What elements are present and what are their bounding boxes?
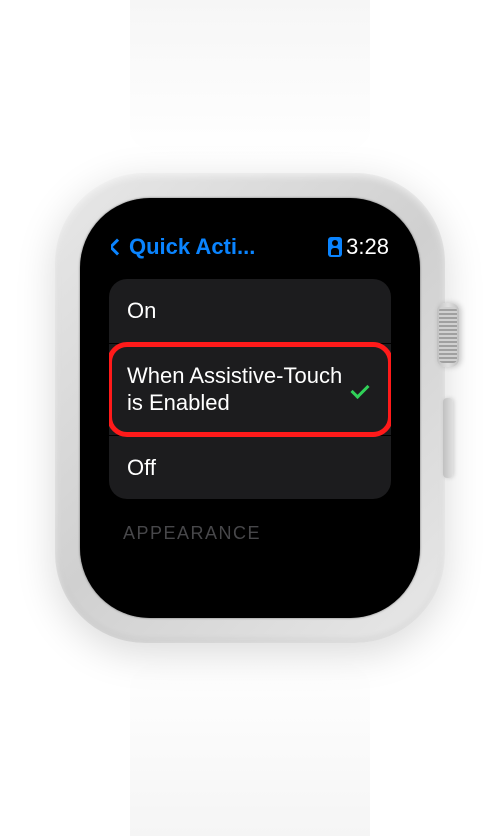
watch-band-top bbox=[130, 0, 370, 160]
checkmark-icon bbox=[351, 381, 373, 397]
options-list: On When Assistive‐Touch is Enabled Off bbox=[109, 279, 391, 499]
person-badge-icon bbox=[328, 237, 342, 257]
time-label: 3:28 bbox=[346, 234, 389, 260]
option-label: Off bbox=[127, 454, 373, 482]
option-label: When Assistive‐Touch is Enabled bbox=[127, 362, 343, 417]
status-bar: Quick Acti... 3:28 bbox=[109, 231, 391, 263]
option-on[interactable]: On bbox=[109, 279, 391, 344]
section-header-appearance: APPEARANCE bbox=[109, 499, 391, 544]
watch-screen: Quick Acti... 3:28 On When Assistive‐Tou… bbox=[95, 213, 405, 603]
option-off[interactable]: Off bbox=[109, 436, 391, 500]
back-title: Quick Acti... bbox=[129, 234, 255, 260]
option-label: On bbox=[127, 297, 373, 325]
screen-bezel: Quick Acti... 3:28 On When Assistive‐Tou… bbox=[80, 198, 420, 618]
status-right: 3:28 bbox=[328, 234, 389, 260]
option-when-assistivetouch-enabled[interactable]: When Assistive‐Touch is Enabled bbox=[109, 344, 391, 436]
watch-band-bottom bbox=[130, 656, 370, 836]
digital-crown[interactable] bbox=[437, 303, 459, 367]
watch-case: Quick Acti... 3:28 On When Assistive‐Tou… bbox=[55, 173, 445, 643]
side-button[interactable] bbox=[443, 398, 453, 478]
chevron-left-icon bbox=[111, 239, 125, 256]
back-button[interactable]: Quick Acti... bbox=[111, 234, 255, 260]
